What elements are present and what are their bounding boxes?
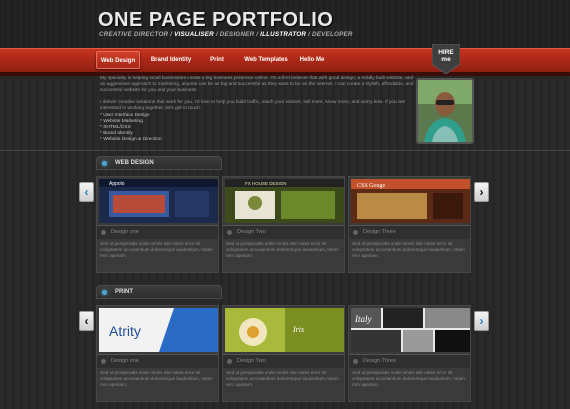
intro-paragraph-2: I deliver creative solutions that work f… bbox=[100, 100, 406, 112]
portfolio-thumbnail[interactable]: Iris bbox=[225, 308, 344, 352]
portfolio-card[interactable]: CSS Gouge Design Three Sed ut perspiciat… bbox=[348, 176, 471, 273]
card-caption: Design Two bbox=[237, 229, 266, 235]
tagline-part: VISUALISER bbox=[174, 31, 214, 38]
tagline-part: ILLUSTRATOR bbox=[260, 31, 307, 38]
carousel-prev-arrow[interactable]: ‹ bbox=[79, 311, 94, 331]
site-logo[interactable]: ONE PAGE PORTFOLIO bbox=[98, 9, 333, 32]
caption-dot-icon bbox=[227, 230, 232, 235]
card-caption: Design Three bbox=[363, 358, 396, 364]
section-header-print: PRINT bbox=[96, 285, 222, 299]
portfolio-thumbnail[interactable]: Appolo bbox=[99, 179, 218, 223]
card-description: Sed ut perspiciatis unde omnis iste natu… bbox=[226, 370, 339, 387]
portfolio-thumbnail[interactable]: Atrity bbox=[99, 308, 218, 352]
portfolio-card[interactable]: Iris Design Two Sed ut perspiciatis unde… bbox=[222, 305, 345, 402]
portfolio-card[interactable]: Appolo Design one Sed ut perspiciatis un… bbox=[96, 176, 219, 273]
caption-dot-icon bbox=[353, 359, 358, 364]
caption-dot-icon bbox=[353, 230, 358, 235]
portfolio-card[interactable]: Atrity Design one Sed ut perspiciatis un… bbox=[96, 305, 219, 402]
tagline-part: CREATIVE DIRECTOR / bbox=[99, 31, 175, 38]
card-caption: Design one bbox=[111, 358, 139, 364]
tagline-part: / DESIGNER / bbox=[213, 31, 261, 38]
caption-bar: Design Three bbox=[349, 354, 470, 368]
nav-item-print[interactable]: Print bbox=[204, 51, 230, 69]
portfolio-thumbnail[interactable]: Italy bbox=[351, 308, 470, 352]
portfolio-card[interactable]: Italy Design Three Sed ut perspiciatis u… bbox=[348, 305, 471, 402]
card-caption: Design Two bbox=[237, 358, 266, 364]
thumb-text: Atrity bbox=[109, 323, 141, 339]
skills-list: * User Interface Design * Website Market… bbox=[100, 113, 162, 143]
caption-dot-icon bbox=[101, 359, 106, 364]
thumb-text: FX HOUSE DESIGN bbox=[245, 181, 287, 186]
caption-bar: Design Two bbox=[223, 225, 344, 239]
section-title: PRINT bbox=[115, 289, 133, 295]
thumb-text: CSS Gouge bbox=[357, 183, 386, 189]
card-caption: Design Three bbox=[363, 229, 396, 235]
portfolio-card[interactable]: FX HOUSE DESIGN Design Two Sed ut perspi… bbox=[222, 176, 345, 273]
thumb-text: Italy bbox=[354, 314, 372, 324]
section-title: WEB DESIGN bbox=[115, 160, 154, 166]
profile-photo-image bbox=[418, 80, 472, 142]
section-header-web-design: WEB DESIGN bbox=[96, 156, 222, 170]
hire-me-badge[interactable]: HIRE me bbox=[432, 44, 460, 74]
caption-dot-icon bbox=[227, 359, 232, 364]
thumb-text: Iris bbox=[292, 325, 304, 334]
carousel-next-arrow[interactable]: › bbox=[474, 182, 489, 202]
caption-bar: Design one bbox=[97, 225, 218, 239]
intro-paragraph-1: My specialty is helping small businesses… bbox=[100, 76, 414, 94]
profile-photo bbox=[416, 78, 474, 144]
caption-dot-icon bbox=[101, 230, 106, 235]
card-caption: Design one bbox=[111, 229, 139, 235]
nav-item-brand-identity[interactable]: Brand Identity bbox=[148, 51, 194, 69]
hire-line2: me bbox=[441, 56, 451, 63]
card-description: Sed ut perspiciatis unde omnis iste natu… bbox=[100, 241, 213, 258]
card-description: Sed ut perspiciatis unde omnis iste natu… bbox=[352, 370, 465, 387]
card-description: Sed ut perspiciatis unde omnis iste natu… bbox=[226, 241, 339, 258]
tagline-part: / DEVELOPER bbox=[306, 31, 353, 38]
section-divider bbox=[0, 150, 570, 151]
nav-item-hello-me[interactable]: Hello Me bbox=[298, 51, 326, 69]
card-description: Sed ut perspiciatis unde omnis iste natu… bbox=[352, 241, 465, 258]
caption-bar: Design Two bbox=[223, 354, 344, 368]
tagline: CREATIVE DIRECTOR / VISUALISER / DESIGNE… bbox=[99, 31, 353, 38]
hire-line1: HIRE bbox=[438, 49, 454, 56]
carousel-next-arrow[interactable]: › bbox=[474, 311, 489, 331]
nav-item-web-design[interactable]: Web Design bbox=[96, 51, 140, 69]
nav-item-web-templates[interactable]: Web Templates bbox=[241, 51, 291, 69]
card-description: Sed ut perspiciatis unde omnis iste natu… bbox=[100, 370, 213, 387]
bullet-icon bbox=[102, 161, 107, 166]
caption-bar: Design Three bbox=[349, 225, 470, 239]
skill-item: * Website Design & Direction bbox=[100, 137, 162, 142]
carousel-prev-arrow[interactable]: ‹ bbox=[79, 182, 94, 202]
bullet-icon bbox=[102, 290, 107, 295]
portfolio-thumbnail[interactable]: FX HOUSE DESIGN bbox=[225, 179, 344, 223]
thumb-text: Appolo bbox=[109, 181, 125, 187]
hire-badge-text: HIRE me bbox=[432, 49, 460, 63]
portfolio-thumbnail[interactable]: CSS Gouge bbox=[351, 179, 470, 223]
caption-bar: Design one bbox=[97, 354, 218, 368]
